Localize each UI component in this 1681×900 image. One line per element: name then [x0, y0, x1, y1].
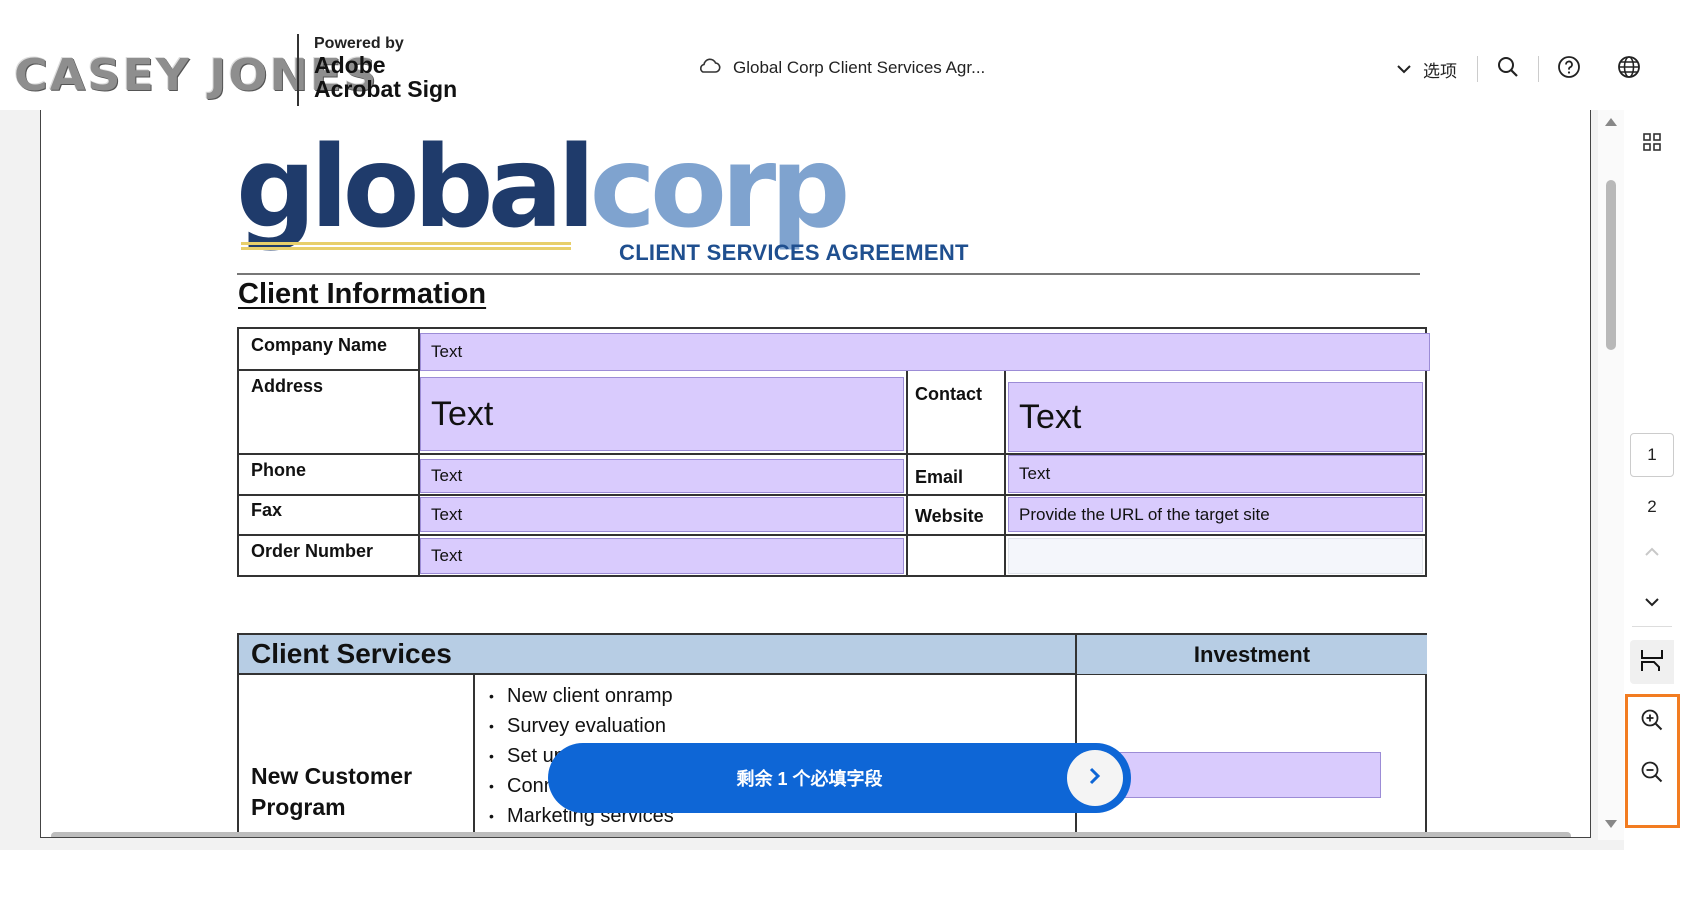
chevron-down-icon	[1645, 592, 1659, 612]
page-1-button[interactable]: 1	[1630, 433, 1674, 477]
powered-by-adobe: Adobe	[314, 51, 386, 78]
fit-width-icon	[1639, 647, 1665, 678]
table-grid-line	[473, 675, 475, 837]
address-label: Address	[251, 376, 324, 396]
logo-swoosh-graphic	[241, 242, 571, 250]
document-title-text: Global Corp Client Services Agr...	[733, 57, 986, 77]
fit-width-button[interactable]	[1630, 640, 1674, 684]
options-label: 选项	[1423, 61, 1457, 81]
options-menu-button[interactable]: 选项	[1397, 57, 1477, 82]
document-page: globalcorp CLIENT SERVICES AGREEMENT Cli…	[40, 110, 1591, 838]
scroll-up-arrow[interactable]	[1605, 118, 1617, 126]
chevron-right-icon	[1088, 766, 1102, 791]
language-button[interactable]	[1599, 52, 1659, 86]
header-divider	[297, 34, 299, 106]
help-button[interactable]	[1539, 52, 1599, 86]
globalcorp-logo: globalcorp	[236, 132, 850, 244]
contact-label: Contact	[915, 384, 982, 404]
scrollbar-thumb[interactable]	[1606, 180, 1616, 350]
next-page-button[interactable]	[1630, 580, 1674, 624]
website-label: Website	[915, 506, 984, 526]
cloud-icon	[697, 56, 721, 79]
powered-by-block: Powered by Adobe Acrobat Sign	[314, 35, 458, 102]
program-label-line2: Program	[251, 794, 346, 821]
new-customer-program-label: New Customer Program	[251, 761, 412, 823]
required-fields-button[interactable]: 剩余 1 个必填字段	[548, 743, 1131, 813]
table-grid-line	[239, 494, 1425, 496]
email-field[interactable]: Text	[1008, 455, 1423, 493]
thumbnails-button[interactable]	[1630, 122, 1674, 166]
client-services-heading: Client Services	[239, 635, 1077, 675]
investment-heading: Investment	[1077, 635, 1427, 675]
thumbnails-icon	[1642, 132, 1662, 157]
powered-by-acrobat-sign: Acrobat Sign	[314, 75, 458, 102]
table-grid-line	[906, 369, 908, 575]
client-information-table: Company Name Address Contact Phone Email…	[237, 327, 1430, 577]
contact-field[interactable]: Text	[1008, 382, 1423, 452]
agreement-title: CLIENT SERVICES AGREEMENT	[619, 240, 969, 265]
program-label-line1: New Customer	[251, 763, 413, 789]
search-icon	[1497, 56, 1519, 83]
scroll-down-arrow[interactable]	[1605, 820, 1617, 828]
search-button[interactable]	[1478, 52, 1538, 86]
table-grid-line	[1004, 369, 1006, 575]
client-information-heading: Client Information	[238, 278, 487, 310]
order-number-field[interactable]: Text	[420, 538, 904, 574]
table-grid-line	[239, 534, 1425, 536]
website-field[interactable]: Provide the URL of the target site	[1008, 497, 1423, 532]
email-label: Email	[915, 467, 964, 487]
chevron-up-icon	[1645, 542, 1659, 562]
powered-by-label: Powered by	[314, 35, 404, 52]
fax-field[interactable]: Text	[420, 497, 904, 532]
order-number-label: Order Number	[251, 541, 374, 561]
list-item: New client onramp	[489, 681, 674, 711]
page-2-button[interactable]: 2	[1630, 485, 1674, 529]
required-fields-label: 剩余 1 个必填字段	[736, 769, 883, 789]
rail-separator	[1632, 626, 1672, 627]
company-name-label: Company Name	[251, 335, 388, 355]
list-item: Survey evaluation	[489, 711, 674, 741]
logo-corp: corp	[589, 123, 851, 253]
title-divider	[237, 273, 1420, 275]
help-icon	[1557, 55, 1581, 84]
header-actions: 选项	[1397, 52, 1659, 86]
phone-field[interactable]: Text	[420, 459, 904, 493]
document-title[interactable]: Global Corp Client Services Agr...	[697, 56, 985, 79]
app-header: CASEY JONES Powered by Adobe Acrobat Sig…	[0, 0, 1681, 110]
fax-label: Fax	[251, 500, 283, 520]
document-viewer: globalcorp CLIENT SERVICES AGREEMENT Cli…	[0, 110, 1681, 850]
logo-global: global	[236, 123, 596, 253]
empty-cell	[1008, 538, 1423, 574]
vertical-scrollbar[interactable]	[1598, 110, 1624, 840]
globe-icon	[1617, 55, 1641, 84]
chevron-down-icon	[1397, 59, 1411, 79]
next-field-button[interactable]	[1067, 750, 1123, 806]
company-name-field[interactable]: Text	[420, 333, 1430, 371]
phone-label: Phone	[251, 460, 307, 480]
horizontal-scrollbar[interactable]	[51, 832, 1571, 837]
address-field[interactable]: Text	[420, 377, 904, 451]
zoom-controls-highlight	[1625, 694, 1680, 828]
previous-page-button[interactable]	[1630, 530, 1674, 574]
